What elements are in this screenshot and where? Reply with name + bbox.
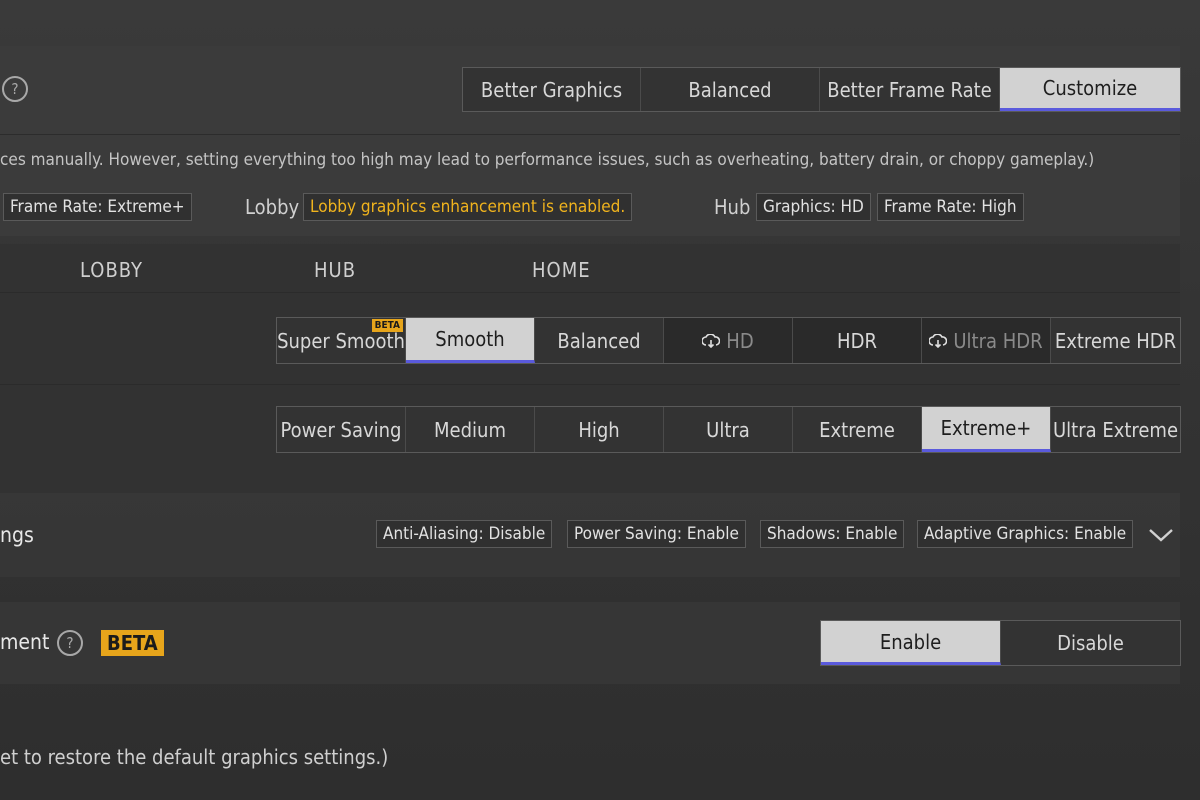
tab-home[interactable]: HOME bbox=[532, 258, 591, 282]
lobby-enhancement-label: ment bbox=[0, 630, 50, 654]
option-label: Super Smooth bbox=[277, 328, 405, 353]
option-label: Ultra HDR bbox=[953, 328, 1043, 353]
beta-badge: BETA bbox=[101, 630, 164, 656]
divider bbox=[0, 384, 1180, 385]
option-label: HD bbox=[726, 328, 754, 353]
power-saving-tag: Power Saving: Enable bbox=[567, 520, 746, 548]
graphics-selector: Super Smooth BETA Smooth Balanced HD HDR… bbox=[276, 317, 1181, 364]
graphics-super-smooth[interactable]: Super Smooth BETA bbox=[277, 318, 406, 363]
help-icon[interactable]: ? bbox=[57, 630, 83, 656]
lobby-enhancement-panel: ment ? BETA Enable Disable bbox=[0, 602, 1181, 684]
frame-rate-ultra[interactable]: Ultra bbox=[664, 407, 793, 452]
preset-balanced[interactable]: Balanced bbox=[641, 68, 820, 111]
reset-note-text: et to restore the default graphics setti… bbox=[0, 745, 389, 769]
divider bbox=[0, 292, 1180, 293]
cloud-download-icon bbox=[929, 333, 948, 348]
help-icon[interactable]: ? bbox=[2, 76, 28, 102]
disable-button[interactable]: Disable bbox=[1001, 621, 1180, 665]
graphics-extreme-hdr[interactable]: Extreme HDR bbox=[1051, 318, 1180, 363]
hub-graphics-tag: Graphics: HD bbox=[756, 193, 871, 221]
frame-rate-extreme[interactable]: Extreme bbox=[793, 407, 922, 452]
frame-rate-ultra-extreme[interactable]: Ultra Extreme bbox=[1051, 407, 1180, 452]
frame-rate-medium[interactable]: Medium bbox=[406, 407, 535, 452]
advanced-settings-label: ngs bbox=[0, 523, 34, 547]
graphics-balanced[interactable]: Balanced bbox=[535, 318, 664, 363]
anti-aliasing-tag: Anti-Aliasing: Disable bbox=[376, 520, 553, 548]
advanced-settings-panel[interactable]: ngs Anti-Aliasing: Disable Power Saving:… bbox=[0, 493, 1180, 577]
quality-panel: LOBBY HUB HOME Super Smooth BETA Smooth … bbox=[0, 244, 1181, 470]
preset-better-graphics[interactable]: Better Graphics bbox=[463, 68, 641, 111]
preset-customize[interactable]: Customize bbox=[1000, 68, 1180, 111]
lobby-enhancement-toggle: Enable Disable bbox=[820, 620, 1181, 666]
hub-label: Hub bbox=[714, 195, 751, 219]
frame-rate-selector: Power Saving Medium High Ultra Extreme E… bbox=[276, 406, 1181, 453]
lobby-status-tag: Lobby graphics enhancement is enabled. bbox=[303, 193, 633, 221]
cloud-download-icon bbox=[702, 333, 721, 348]
tab-hub[interactable]: HUB bbox=[314, 258, 356, 282]
adaptive-graphics-tag: Adaptive Graphics: Enable bbox=[917, 520, 1134, 548]
chevron-down-icon[interactable] bbox=[1148, 527, 1174, 543]
frame-rate-power-saving[interactable]: Power Saving bbox=[277, 407, 406, 452]
warning-text: ces manually. However, setting everythin… bbox=[0, 150, 1095, 170]
graphics-hd[interactable]: HD bbox=[664, 318, 793, 363]
frame-rate-high[interactable]: High bbox=[535, 407, 664, 452]
graphics-smooth[interactable]: Smooth bbox=[406, 318, 535, 363]
enable-button[interactable]: Enable bbox=[821, 621, 1001, 665]
beta-badge: BETA bbox=[371, 319, 403, 332]
graphics-ultra-hdr[interactable]: Ultra HDR bbox=[922, 318, 1051, 363]
frame-rate-summary-tag: Frame Rate: Extreme+ bbox=[3, 193, 192, 221]
preset-panel: ? Better Graphics Balanced Better Frame … bbox=[0, 46, 1181, 236]
lobby-label: Lobby bbox=[245, 195, 300, 219]
frame-rate-extreme-plus[interactable]: Extreme+ bbox=[922, 407, 1051, 452]
divider bbox=[0, 134, 1180, 135]
preset-better-frame-rate[interactable]: Better Frame Rate bbox=[820, 68, 1000, 111]
preset-selector: Better Graphics Balanced Better Frame Ra… bbox=[462, 67, 1181, 112]
hub-frame-rate-tag: Frame Rate: High bbox=[877, 193, 1024, 221]
shadows-tag: Shadows: Enable bbox=[760, 520, 905, 548]
tab-lobby[interactable]: LOBBY bbox=[80, 258, 143, 282]
graphics-hdr[interactable]: HDR bbox=[793, 318, 922, 363]
